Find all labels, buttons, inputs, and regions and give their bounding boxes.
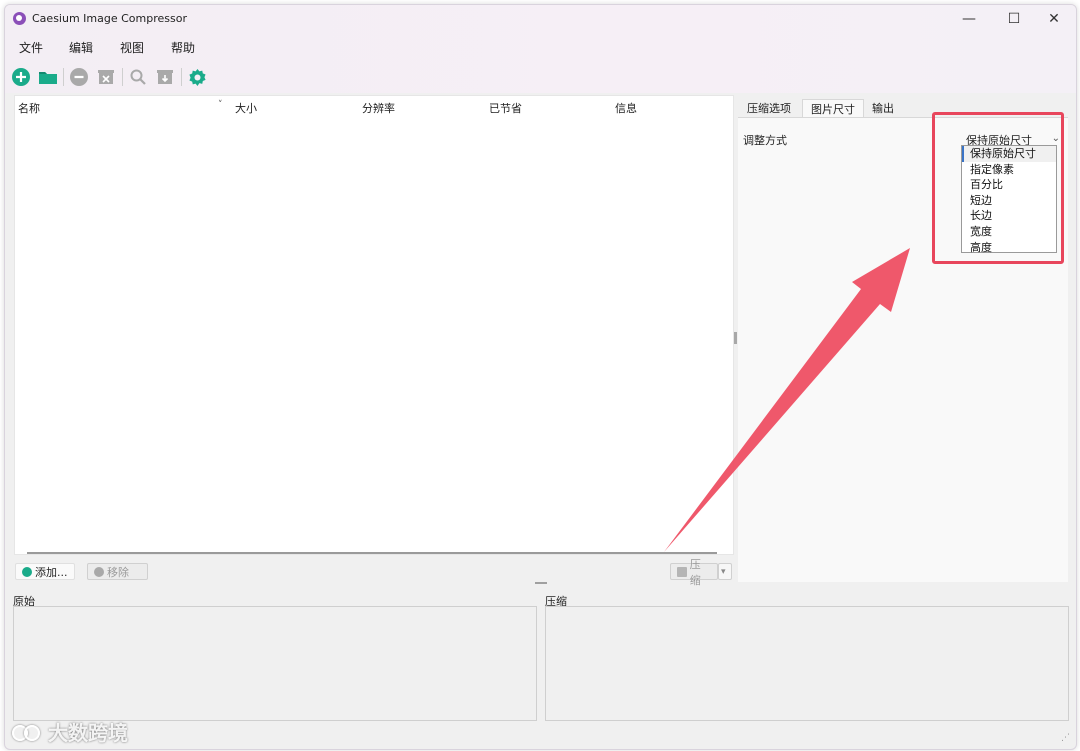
- watermark: 大数跨境: [10, 716, 128, 746]
- annotation-arrow: [664, 248, 910, 552]
- watermark-logo-icon: [10, 721, 44, 741]
- watermark-text: 大数跨境: [48, 720, 128, 745]
